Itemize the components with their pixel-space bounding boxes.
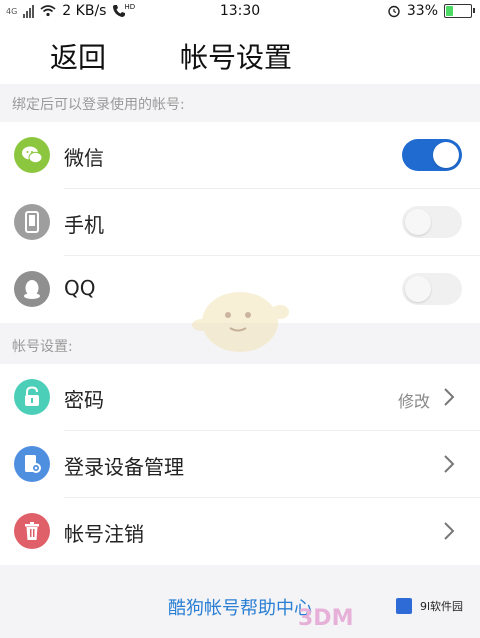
alarm-icon [388, 5, 400, 18]
device-settings-icon [14, 446, 50, 482]
chevron-right-icon [444, 455, 455, 473]
qq-toggle[interactable] [402, 273, 462, 305]
watermark-3dm: 3DM [298, 606, 354, 631]
phone-label: 手机 [64, 213, 104, 237]
wechat-label: 微信 [64, 146, 104, 170]
status-bar: 4G 2 KB/s HD 13:30 33% [0, 0, 480, 24]
trash-icon [14, 513, 50, 549]
battery-icon [444, 4, 475, 18]
password-label: 密码 [64, 388, 104, 412]
mascot-watermark [192, 292, 289, 352]
site-logo-icon [396, 598, 412, 614]
account-settings-list: 密码 修改 登录设备管理 帐号注销 [0, 364, 480, 565]
password-modify-text[interactable]: 修改 [398, 388, 430, 412]
page-title: 帐号设置 [180, 41, 293, 74]
settings-row-device-management[interactable]: 登录设备管理 [0, 431, 480, 498]
battery-percent: 33% [406, 3, 438, 19]
toggle-knob [405, 276, 431, 302]
back-button[interactable]: 返回 [50, 36, 106, 76]
site-name-watermark: 9l软件园 [420, 600, 464, 613]
qq-icon [14, 271, 50, 307]
phone-icon [14, 204, 50, 240]
chevron-right-icon [444, 388, 455, 406]
bind-row-phone[interactable]: 手机 [0, 189, 480, 256]
deregister-label: 帐号注销 [64, 522, 144, 546]
device-management-label: 登录设备管理 [64, 455, 184, 479]
bind-section-label: 绑定后可以登录使用的帐号: [12, 97, 185, 113]
account-section-label: 帐号设置: [12, 339, 73, 355]
wechat-icon [14, 137, 50, 173]
wechat-toggle[interactable] [402, 139, 462, 171]
toggle-knob [433, 142, 459, 168]
toggle-knob [405, 209, 431, 235]
qq-label: QQ [64, 276, 96, 300]
settings-row-deregister[interactable]: 帐号注销 [0, 498, 480, 565]
lock-icon [14, 379, 50, 415]
chevron-right-icon [444, 522, 455, 540]
phone-toggle[interactable] [402, 206, 462, 238]
clock: 13:30 [219, 3, 261, 19]
settings-row-password[interactable]: 密码 修改 [0, 364, 480, 431]
header: 返回 帐号设置 [0, 24, 480, 84]
bind-row-wechat[interactable]: 微信 [0, 122, 480, 189]
